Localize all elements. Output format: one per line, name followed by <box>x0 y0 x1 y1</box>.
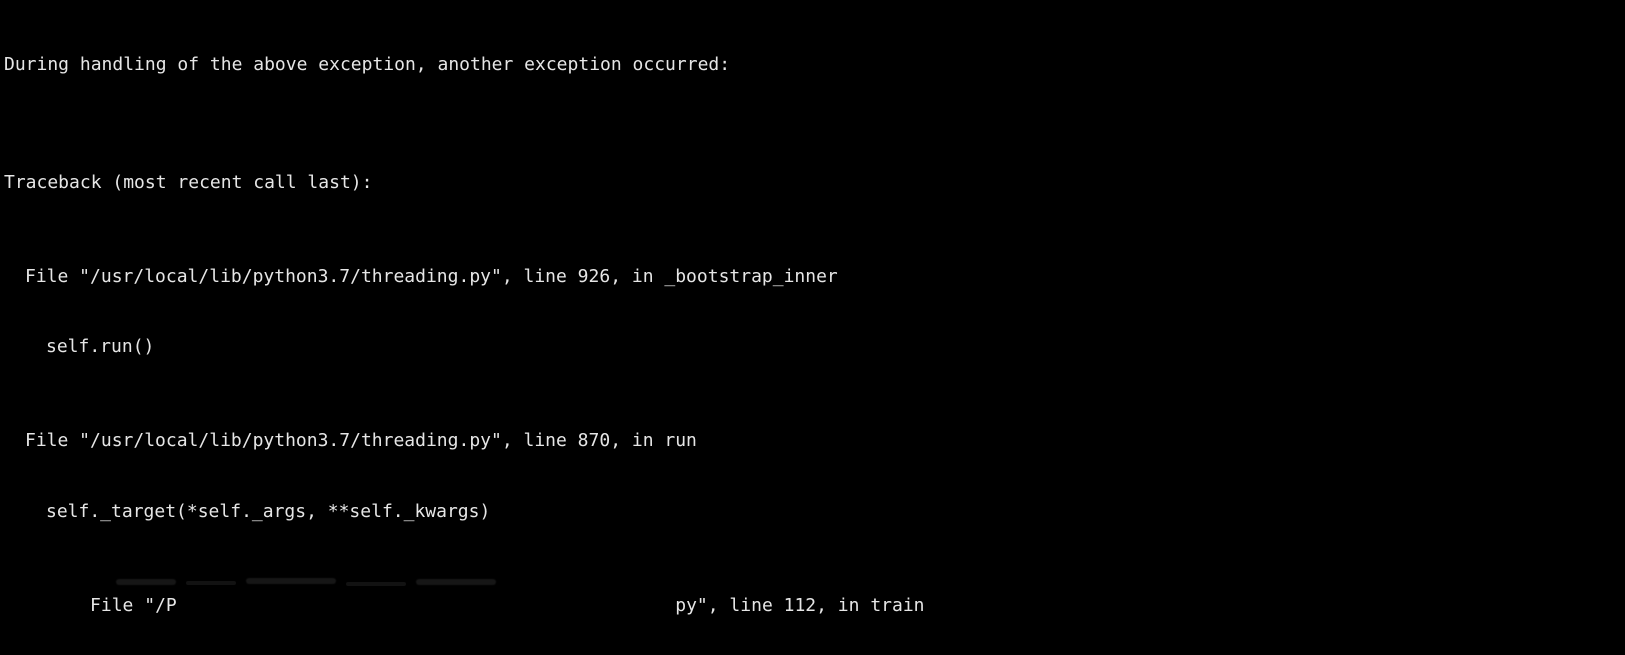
frame-file-3-post: py", line 112, in train <box>675 595 924 616</box>
frame-file-1: File "/usr/local/lib/python3.7/threading… <box>4 265 1621 289</box>
frame-file-3-pre: File "/P <box>90 595 177 616</box>
frame-code-2: self._target(*self._args, **self._kwargs… <box>4 500 1621 524</box>
terminal-output[interactable]: During handling of the above exception, … <box>0 0 1625 655</box>
exception-header: During handling of the above exception, … <box>4 53 1621 77</box>
frame-file-3: File "/Projects/apps/analytic/Model_trai… <box>26 570 925 655</box>
frame-file-2: File "/usr/local/lib/python3.7/threading… <box>4 429 1621 453</box>
traceback-header: Traceback (most recent call last): <box>4 171 1621 195</box>
frame-code-1: self.run() <box>4 335 1621 359</box>
